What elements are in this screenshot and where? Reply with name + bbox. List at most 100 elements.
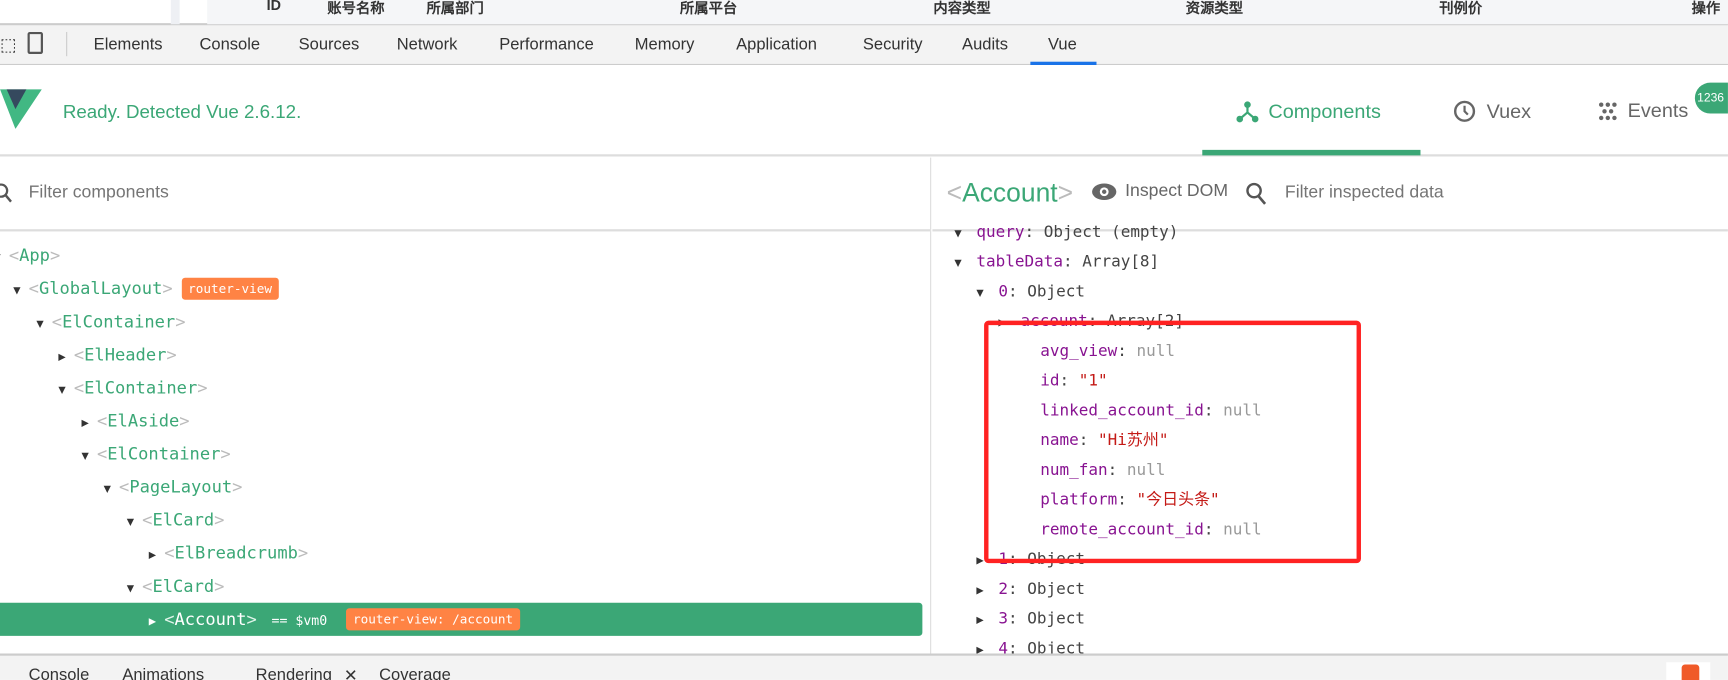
bracket-close: > — [214, 576, 225, 597]
filter-inspected-input[interactable] — [1284, 182, 1704, 203]
caret-down-icon[interactable]: ▼ — [104, 473, 119, 506]
component-tree-pane: ▼<App>▼<GlobalLayout>router-view▼<ElCont… — [0, 157, 932, 654]
tab-network[interactable]: Network — [397, 35, 458, 54]
drawer-tab-coverage[interactable]: Coverage — [379, 666, 451, 680]
data-property[interactable]: ▶ 4: Object — [976, 635, 1086, 654]
bracket-open: < — [164, 609, 175, 630]
drawer-tab-rendering[interactable]: Rendering — [256, 666, 332, 680]
drawer-tab-console[interactable]: Console — [29, 666, 90, 680]
divider — [66, 31, 68, 57]
caret-down-icon[interactable]: ▼ — [0, 241, 9, 274]
tab-console[interactable]: Console — [199, 35, 260, 54]
bracket-close: > — [197, 377, 208, 398]
tree-node[interactable]: ▶ <ElHeader> — [58, 338, 176, 371]
device-toolbar-icon[interactable] — [27, 31, 43, 54]
node-name: PageLayout — [129, 477, 233, 498]
events-count-badge: 1236 — [1694, 82, 1728, 114]
th-dept: 所属部门 — [426, 0, 484, 17]
expand-arrow-icon[interactable]: ▶ — [149, 605, 164, 638]
tab-components[interactable]: Components — [1235, 99, 1381, 123]
tab-events[interactable]: Events — [1597, 99, 1688, 122]
caret-down-icon[interactable]: ▼ — [58, 374, 73, 407]
caret-down-icon[interactable]: ▼ — [976, 278, 998, 308]
property-key: 3 — [998, 610, 1009, 629]
tab-security[interactable]: Security — [863, 35, 923, 54]
tab-vue[interactable]: Vue — [1048, 35, 1077, 54]
node-name: ElAside — [107, 411, 180, 431]
separator: : — [1008, 610, 1028, 629]
property-value: Object — [1027, 640, 1086, 654]
tree-node[interactable]: ▼ <ElContainer> — [82, 437, 231, 470]
data-property[interactable]: ▼ 0: Object — [976, 278, 1086, 308]
page-table-header: ID 账号名称 所属部门 所属平台 内容类型 资源类型 刊例价 操作 — [0, 0, 1728, 26]
tab-performance[interactable]: Performance — [499, 35, 594, 54]
tree-node[interactable]: ▼ <ElContainer> — [36, 305, 185, 338]
caret-right-icon[interactable]: ▶ — [82, 407, 97, 440]
caret-right-icon[interactable]: ▶ — [58, 341, 73, 374]
bracket-open: < — [164, 543, 175, 564]
data-property[interactable]: ▶ 2: Object — [976, 575, 1086, 605]
caret-right-icon[interactable]: ▶ — [149, 539, 164, 572]
tree-node[interactable]: ▶ <ElAside> — [82, 404, 190, 437]
inspect-element-icon[interactable]: ⬚ — [0, 34, 17, 56]
tree-node[interactable]: ▼ <ElContainer> — [58, 371, 207, 404]
tab-elements[interactable]: Elements — [94, 35, 163, 54]
caret-down-icon[interactable]: ▼ — [36, 307, 51, 340]
tree-node[interactable]: ▼ <GlobalLayout> router-view — [13, 272, 279, 307]
inspect-dom-button[interactable]: Inspect DOM — [1091, 182, 1228, 202]
component-name: Account — [962, 178, 1058, 209]
caret-right-icon[interactable]: ▶ — [976, 575, 998, 605]
caret-right-icon[interactable]: ▶ — [976, 635, 998, 653]
caret-down-icon[interactable]: ▼ — [13, 274, 28, 307]
tab-vuex[interactable]: Vuex — [1451, 99, 1531, 123]
separator: : — [1008, 580, 1028, 599]
tab-audits[interactable]: Audits — [962, 35, 1008, 54]
tree-node[interactable]: ▶ <ElBreadcrumb> — [149, 537, 308, 570]
property-value: Object (empty) — [1043, 223, 1179, 242]
tree-node[interactable]: ▼ <ElCard> — [127, 504, 225, 537]
drawer-tab-animations[interactable]: Animations — [122, 666, 204, 680]
bracket-close: > — [175, 311, 186, 332]
filter-components-input[interactable] — [28, 182, 470, 203]
node-name: ElContainer — [107, 444, 221, 464]
data-property[interactable]: ▶ 3: Object — [976, 605, 1086, 635]
property-key: 0 — [998, 283, 1009, 301]
caret-down-icon[interactable]: ▼ — [127, 572, 142, 605]
router-view-tag: router-view: /account — [346, 608, 520, 631]
caret-down-icon[interactable]: ▼ — [954, 248, 976, 278]
tab-memory[interactable]: Memory — [635, 35, 695, 54]
caret-down-icon[interactable]: ▼ — [127, 506, 142, 539]
separator: : — [1008, 640, 1028, 654]
router-view-tag: router-view — [181, 277, 279, 300]
data-property[interactable]: ▼ tableData: Array[8] — [954, 248, 1159, 278]
devtools-tabbar: ⬚ Elements Console Sources Network Perfo… — [0, 25, 1728, 66]
bracket-open: < — [142, 576, 153, 597]
tree-node-selected[interactable]: ▶ <Account> == $vm0 router-view: /account — [0, 602, 923, 636]
tree-node[interactable]: ▼ <ElCard> — [127, 570, 225, 603]
separator: : — [1062, 253, 1083, 272]
caret-down-icon[interactable]: ▼ — [954, 218, 976, 248]
th-id[interactable]: ID — [267, 0, 281, 13]
tab-components-label: Components — [1268, 99, 1381, 122]
caret-down-icon[interactable]: ▼ — [82, 440, 97, 473]
property-value: Object — [1027, 610, 1086, 629]
caret-right-icon[interactable]: ▶ — [976, 605, 998, 635]
property-value: Object — [1027, 283, 1086, 301]
node-name: ElHeader — [84, 344, 167, 365]
tab-application[interactable]: Application — [736, 35, 817, 54]
bracket-close: > — [166, 344, 177, 365]
property-value: Object — [1027, 580, 1086, 599]
tree-node[interactable]: ▼<App> — [0, 239, 60, 272]
node-name: ElBreadcrumb — [174, 543, 298, 564]
tab-sources[interactable]: Sources — [299, 35, 360, 54]
property-key: tableData — [976, 253, 1063, 272]
node-name: ElCard — [152, 510, 215, 531]
data-property[interactable]: ▼ query: Object (empty) — [954, 218, 1179, 248]
th-name[interactable]: 账号名称 — [327, 0, 384, 18]
tray-app-icon — [1666, 662, 1711, 680]
close-icon[interactable]: ✕ — [344, 666, 358, 680]
selected-node-content: ▶ <Account> == $vm0 router-view: /account — [149, 603, 520, 636]
tree-node[interactable]: ▼ <PageLayout> — [104, 471, 243, 504]
inspect-dom-label: Inspect DOM — [1125, 181, 1229, 201]
bracket-close: > — [162, 278, 173, 299]
